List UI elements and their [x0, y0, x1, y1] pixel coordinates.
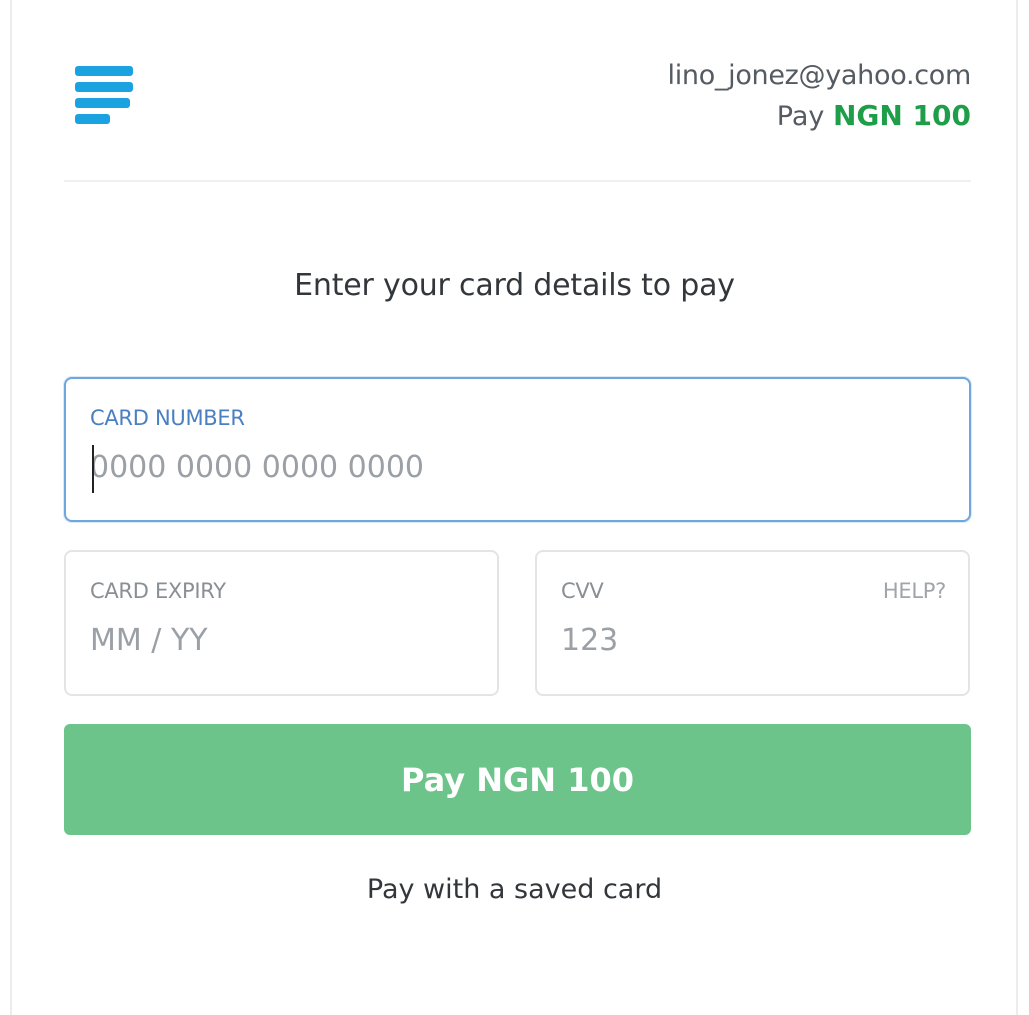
brand-logo-icon: [75, 66, 135, 128]
pay-amount: NGN 100: [832, 99, 971, 132]
card-number-input[interactable]: [90, 447, 813, 487]
pay-prefix: Pay: [776, 101, 825, 132]
customer-email: lino_jonez@yahoo.com: [667, 60, 972, 91]
cvv-label: CVV: [561, 579, 604, 603]
cvv-help-link[interactable]: HELP?: [883, 579, 946, 603]
text-caret: [92, 445, 94, 493]
cvv-field[interactable]: CVV HELP?: [535, 550, 970, 696]
card-number-label: CARD NUMBER: [90, 406, 245, 430]
card-expiry-label: CARD EXPIRY: [90, 579, 226, 603]
customer-info: lino_jonez@yahoo.com Pay NGN 100: [668, 58, 972, 135]
pay-amount-line: Pay NGN 100: [668, 98, 971, 135]
card-expiry-input[interactable]: [90, 620, 435, 660]
header-divider: [64, 180, 971, 182]
card-expiry-field[interactable]: CARD EXPIRY: [64, 550, 499, 696]
card-number-field[interactable]: CARD NUMBER: [64, 377, 971, 522]
pay-button[interactable]: Pay NGN 100: [64, 724, 971, 835]
form-heading: Enter your card details to pay: [294, 268, 735, 303]
pay-with-saved-card-link[interactable]: Pay with a saved card: [0, 874, 1029, 905]
cvv-input[interactable]: [561, 620, 906, 660]
